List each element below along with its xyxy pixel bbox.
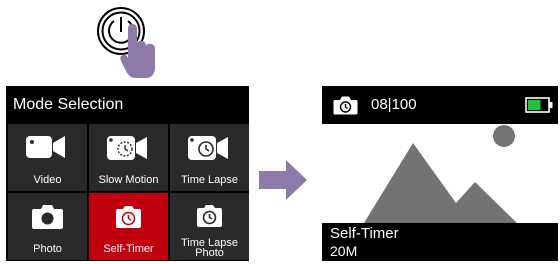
time-lapse-photo-icon bbox=[197, 205, 222, 227]
mode-tile-time-lapse[interactable]: Time Lapse bbox=[170, 124, 249, 191]
mode-tile-time-lapse-photo[interactable]: Time Lapse Photo bbox=[170, 193, 249, 260]
power-button-icon bbox=[97, 7, 155, 78]
right-arrow-icon bbox=[259, 160, 307, 200]
self-timer-icon bbox=[333, 96, 358, 115]
camera-screen: 08|100 Self-Timer 20M bbox=[322, 86, 558, 261]
mode-label-self-timer: Self-Timer bbox=[103, 243, 154, 255]
viewfinder-preview bbox=[322, 124, 558, 223]
shot-counter: 08|100 bbox=[371, 96, 417, 113]
mode-selection-title: Mode Selection bbox=[6, 86, 249, 122]
mode-label-video: Video bbox=[33, 174, 62, 186]
self-timer-icon bbox=[116, 206, 141, 228]
current-mode-label: Self-Timer bbox=[330, 225, 399, 242]
mode-label-line2: Photo bbox=[195, 247, 224, 259]
mode-label-time-lapse-photo: Time Lapse Photo bbox=[170, 238, 249, 259]
battery-icon bbox=[525, 97, 553, 113]
mode-label-slow-motion: Slow Motion bbox=[98, 174, 159, 186]
mode-label-time-lapse: Time Lapse bbox=[180, 174, 239, 186]
mode-tile-photo[interactable]: Photo bbox=[8, 193, 87, 260]
pointing-hand-icon bbox=[120, 24, 155, 78]
mode-tile-slow-motion[interactable]: Slow Motion bbox=[89, 124, 168, 191]
mountain-image-icon bbox=[364, 125, 517, 223]
mode-tile-video[interactable]: Video bbox=[8, 124, 87, 191]
mode-selection-screen: Mode Selection Video Slow Motion Time La bbox=[6, 86, 249, 261]
photo-camera-icon bbox=[32, 205, 63, 229]
time-lapse-icon bbox=[188, 136, 228, 160]
camera-status-bar: 08|100 bbox=[322, 86, 558, 124]
video-camera-icon bbox=[26, 136, 65, 158]
resolution-label: 20M bbox=[330, 243, 358, 259]
slow-motion-icon bbox=[107, 136, 147, 160]
mode-tile-self-timer[interactable]: Self-Timer bbox=[89, 193, 168, 260]
mode-label-photo: Photo bbox=[33, 243, 62, 255]
